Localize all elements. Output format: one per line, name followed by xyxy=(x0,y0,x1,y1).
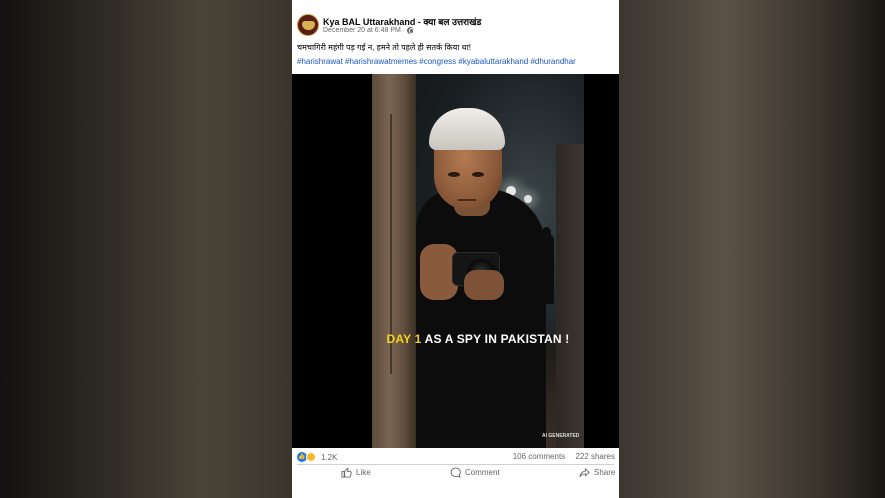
hand xyxy=(464,270,504,300)
comment-button[interactable]: Comment xyxy=(450,467,500,478)
post-meta: December 20 at 6:48 PM · xyxy=(323,27,415,34)
like-button[interactable]: Like xyxy=(341,467,371,478)
caption-rest: AS A SPY IN PAKISTAN ! xyxy=(421,332,570,346)
blurred-background-left xyxy=(0,0,292,498)
caption-highlight: DAY 1 xyxy=(386,332,422,346)
comment-icon xyxy=(450,467,461,478)
man-body xyxy=(416,189,546,448)
stone-pillar xyxy=(372,74,416,448)
page-avatar[interactable] xyxy=(297,14,319,36)
share-button[interactable]: Share xyxy=(579,467,615,478)
alley-wall xyxy=(556,144,584,448)
post-image[interactable]: DAY 1 AS A SPY IN PAKISTAN ! AI GENERATE… xyxy=(292,74,619,448)
divider xyxy=(297,464,614,465)
thumbs-up-icon xyxy=(341,467,352,478)
post-timestamp[interactable]: December 20 at 6:48 PM xyxy=(323,27,401,34)
image-caption: DAY 1 AS A SPY IN PAKISTAN ! xyxy=(372,332,584,346)
share-icon xyxy=(579,467,590,477)
post-text: चमचागिरी महंगी पड़ गई न, हमने तो पहले ही… xyxy=(297,43,471,52)
engagement-stats: 106 comments 222 shares xyxy=(513,452,615,461)
comment-label: Comment xyxy=(465,468,500,477)
ai-generated-label: AI GENERATED xyxy=(542,433,580,439)
street-light xyxy=(524,195,532,203)
like-label: Like xyxy=(356,468,371,477)
comments-count[interactable]: 106 comments xyxy=(513,452,565,461)
action-bar: Like Comment Share xyxy=(292,466,619,480)
share-label: Share xyxy=(594,468,616,477)
avatar-logo-icon xyxy=(301,20,315,30)
spy-image xyxy=(372,74,584,448)
man-mouth xyxy=(458,199,476,201)
man-eye xyxy=(472,172,484,177)
skull-cap xyxy=(429,108,505,150)
blurred-background-right xyxy=(619,0,885,498)
man-eye xyxy=(448,172,460,177)
haha-icon xyxy=(306,452,316,462)
post-hashtags[interactable]: #harishrawat #harishrawatmemes #congress… xyxy=(297,57,576,66)
meta-separator: · xyxy=(402,27,406,34)
reaction-summary[interactable]: 👍 1.2K xyxy=(297,451,337,463)
reaction-count: 1.2K xyxy=(321,452,338,462)
shares-count[interactable]: 222 shares xyxy=(575,452,615,461)
facebook-post: Kya BAL Uttarakhand - क्या बल उत्तराखंड … xyxy=(292,0,619,498)
globe-icon xyxy=(407,27,415,34)
post-header: Kya BAL Uttarakhand - क्या बल उत्तराखंड … xyxy=(292,0,619,74)
